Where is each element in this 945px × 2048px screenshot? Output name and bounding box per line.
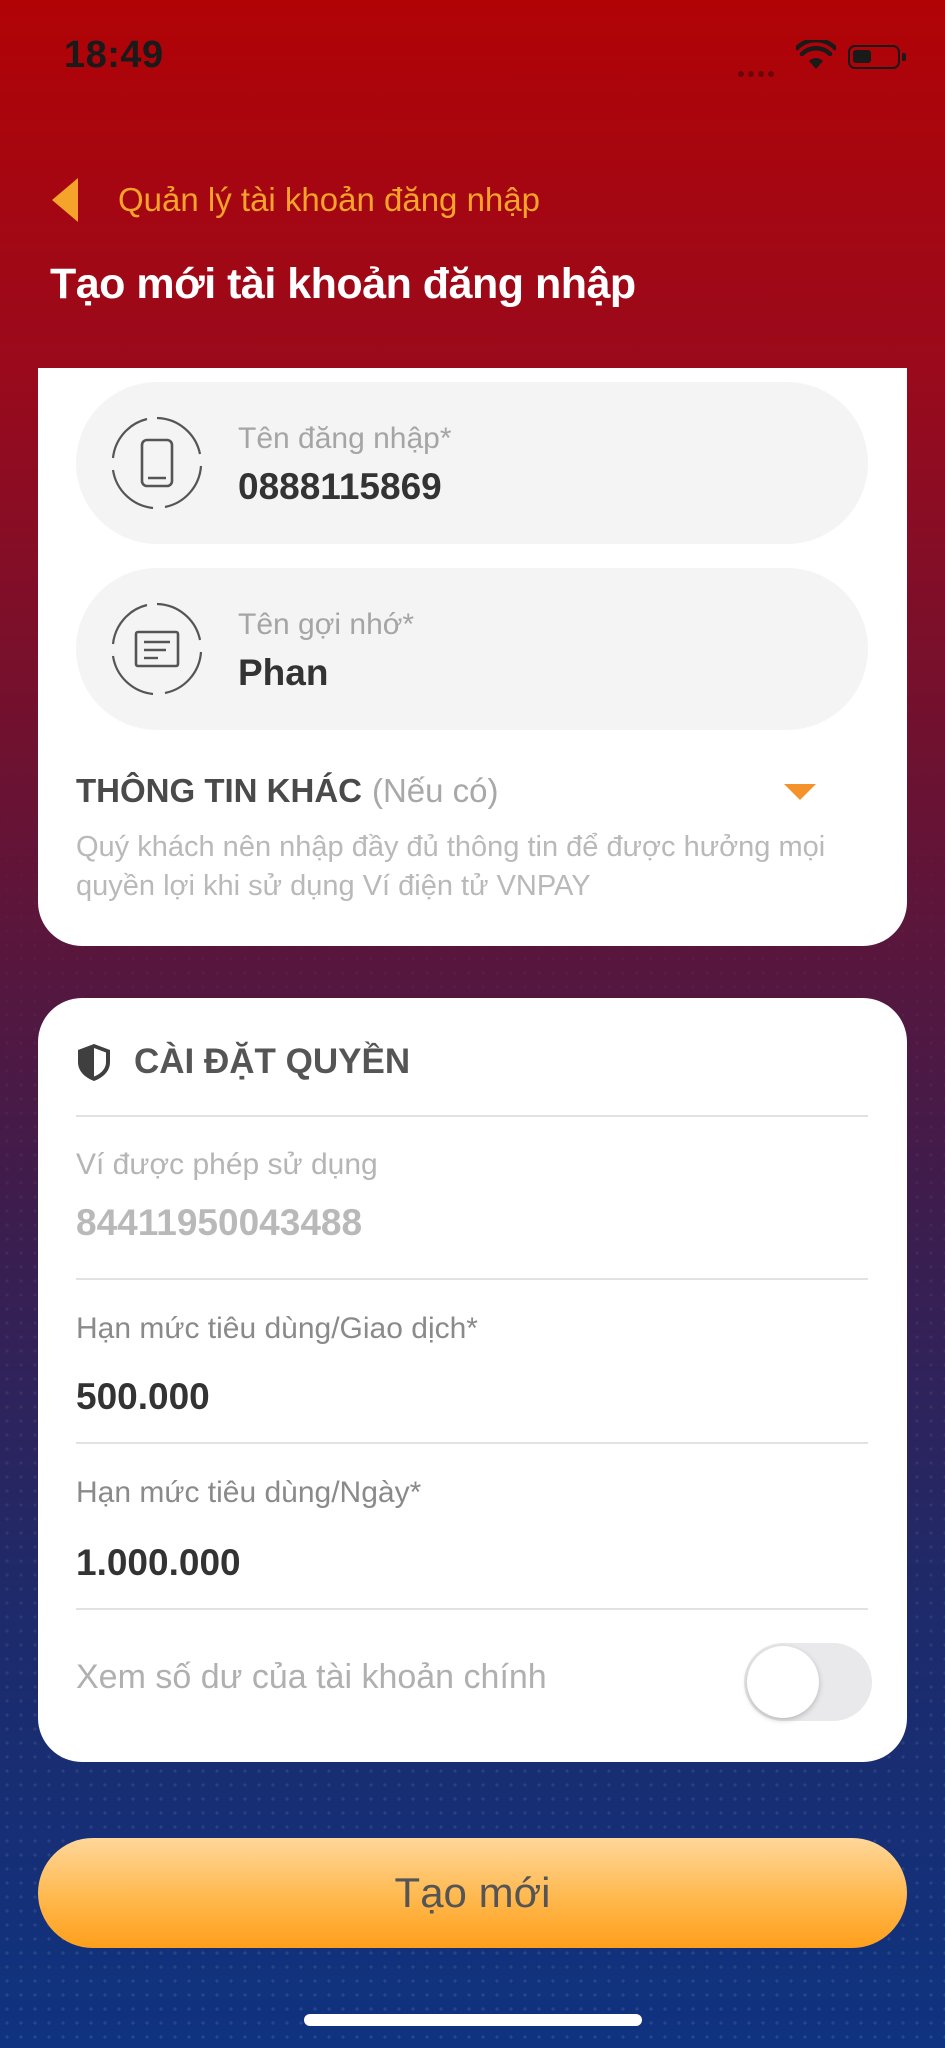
username-field[interactable]: Tên đăng nhập* 0888115869: [76, 382, 868, 544]
cellular-signal-icon: [738, 64, 778, 82]
nickname-field[interactable]: Tên gợi nhớ* Phan: [76, 568, 868, 730]
permissions-title: CÀI ĐẶT QUYỀN: [134, 1042, 411, 1081]
wifi-icon: [794, 37, 838, 75]
nickname-label: Tên gợi nhớ*: [238, 608, 415, 641]
divider: [76, 1278, 868, 1280]
other-info-note: Quý khách nên nhập đầy đủ thông tin để đ…: [76, 831, 826, 902]
page-title: Tạo mới tài khoản đăng nhập: [50, 260, 636, 308]
create-button[interactable]: Tạo mới: [38, 1838, 907, 1948]
back-arrow-icon: [52, 178, 78, 222]
chevron-down-icon[interactable]: [784, 784, 816, 800]
battery-icon: [848, 45, 906, 69]
limit-per-transaction-label: Hạn mức tiêu dùng/Giao dịch*: [76, 1312, 478, 1345]
shield-icon: [78, 1044, 110, 1081]
wallet-label: Ví được phép sử dụng: [76, 1148, 378, 1181]
permissions-card: CÀI ĐẶT QUYỀN Ví được phép sử dụng 84411…: [38, 998, 907, 1762]
other-info-toggle[interactable]: THÔNG TIN KHÁC (Nếu có): [76, 772, 499, 810]
view-balance-toggle[interactable]: [744, 1643, 872, 1721]
other-info-optional: (Nếu có): [371, 772, 499, 809]
home-indicator[interactable]: [304, 2014, 642, 2026]
status-time: 18:49: [64, 34, 164, 76]
wallet-value: 84411950043488: [76, 1202, 363, 1243]
divider: [76, 1608, 868, 1610]
toggle-knob: [747, 1646, 819, 1718]
username-value: 0888115869: [238, 466, 442, 507]
back-label: Quản lý tài khoản đăng nhập: [118, 181, 540, 218]
other-info-title: THÔNG TIN KHÁC: [76, 772, 362, 809]
permissions-header: CÀI ĐẶT QUYỀN: [76, 1032, 410, 1092]
status-bar: 18:49: [0, 0, 945, 110]
limit-per-transaction-value: 500.000: [76, 1376, 210, 1417]
divider: [76, 1115, 868, 1117]
divider: [76, 1442, 868, 1444]
username-label: Tên đăng nhập*: [238, 422, 452, 455]
note-icon: [110, 602, 204, 696]
account-info-card: Tên đăng nhập* 0888115869 Tên gợi nhớ* P…: [38, 368, 907, 946]
back-button[interactable]: Quản lý tài khoản đăng nhập: [52, 172, 540, 228]
limit-per-day-label: Hạn mức tiêu dùng/Ngày*: [76, 1476, 422, 1509]
view-balance-label: Xem số dư của tài khoản chính: [76, 1658, 547, 1696]
nickname-value: Phan: [238, 652, 329, 693]
create-button-label: Tạo mới: [394, 1869, 551, 1916]
phone-icon: [110, 416, 204, 510]
limit-per-day-value: 1.000.000: [76, 1542, 241, 1583]
